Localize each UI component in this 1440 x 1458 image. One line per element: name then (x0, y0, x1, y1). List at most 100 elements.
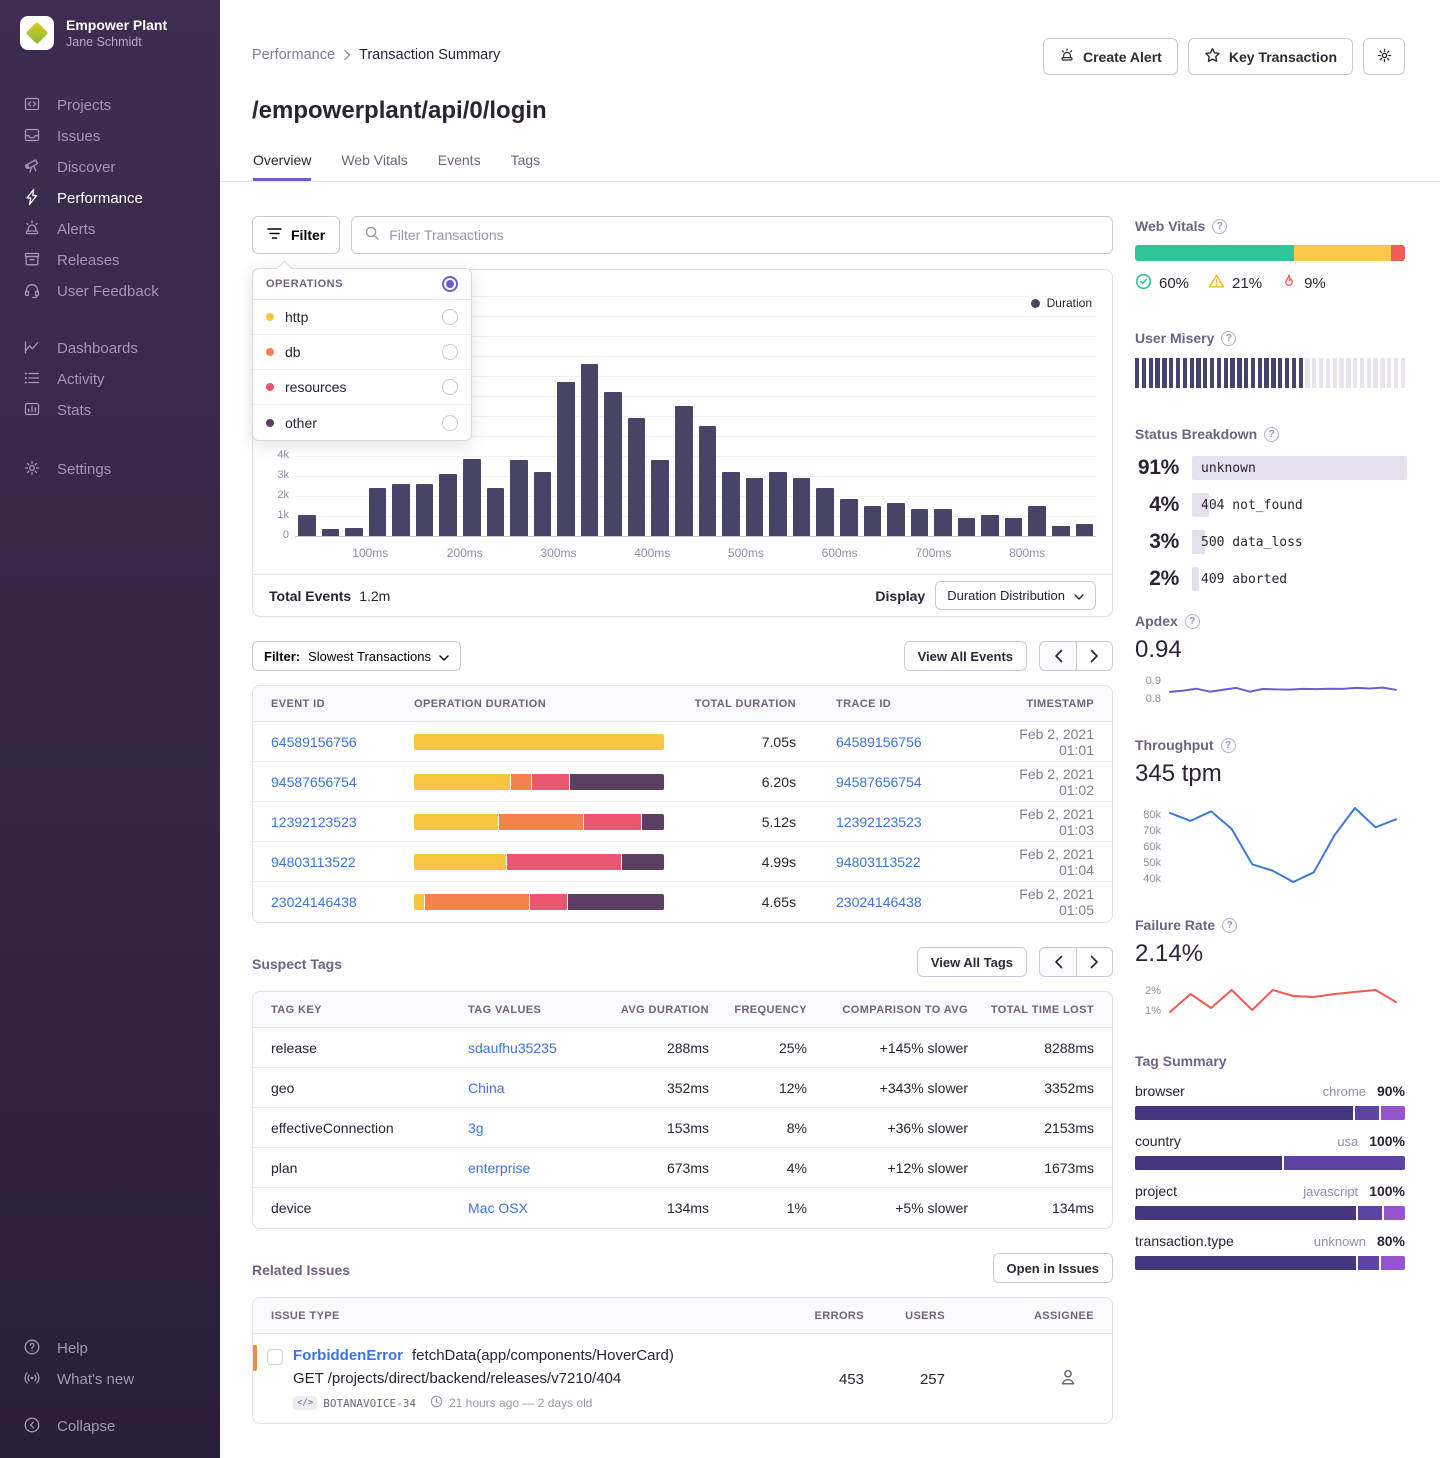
clock-icon (430, 1395, 443, 1411)
tab-tags[interactable]: Tags (511, 152, 541, 181)
breadcrumb-performance[interactable]: Performance (252, 47, 335, 63)
operations-item-http[interactable]: http (253, 300, 471, 335)
radio-icon[interactable] (442, 379, 458, 395)
event-id-link[interactable]: 94587656754 (271, 774, 414, 790)
event-id-link[interactable]: 23024146438 (271, 894, 414, 910)
tag-value-link[interactable]: enterprise (468, 1160, 613, 1176)
sidebar-item-issues[interactable]: Issues (0, 121, 220, 152)
operations-item-db[interactable]: db (253, 335, 471, 370)
trace-id-link[interactable]: 12392123523 (836, 814, 1001, 830)
histogram-bar (958, 518, 976, 536)
sidebar-item-settings[interactable]: Settings (0, 454, 220, 485)
sidebar-item-label: Alerts (57, 221, 95, 238)
tab-overview[interactable]: Overview (253, 152, 311, 181)
create-alert-button[interactable]: Create Alert (1043, 38, 1178, 75)
question-icon[interactable]: ? (1221, 738, 1236, 753)
y-axis-label: 4k (277, 449, 289, 461)
column-header: ISSUE TYPE (271, 1310, 774, 1322)
radio-icon[interactable] (442, 344, 458, 360)
issue-checkbox[interactable] (267, 1349, 283, 1365)
question-icon[interactable]: ? (1185, 614, 1200, 629)
question-icon[interactable]: ? (1222, 918, 1237, 933)
sidebar-item-user-feedback[interactable]: User Feedback (0, 276, 220, 307)
suspect-tags-controls: Suspect Tags View All Tags (252, 947, 1113, 977)
event-id-link[interactable]: 64589156756 (271, 734, 414, 750)
trace-id-link[interactable]: 94803113522 (836, 854, 1001, 870)
tag-summary-heading: Tag Summary (1135, 1053, 1405, 1069)
assignee-button[interactable] (1058, 1367, 1078, 1392)
column-header: TAG KEY (271, 1004, 468, 1016)
issue-users-count: 257 (864, 1371, 945, 1388)
issue-type-link[interactable]: ForbiddenError (293, 1347, 403, 1364)
sidebar-footer: Help What's new Collapse (0, 1333, 220, 1442)
misery-tick (1264, 358, 1268, 388)
operations-menu-header[interactable]: OPERATIONS (253, 269, 471, 300)
view-all-events-button[interactable]: View All Events (904, 641, 1027, 671)
tag-bar-segment (1381, 1256, 1405, 1270)
vitals-segment-meh (1294, 245, 1391, 261)
sidebar-item-performance[interactable]: Performance (0, 183, 220, 214)
tag-summary-bar[interactable] (1135, 1106, 1405, 1120)
key-transaction-button[interactable]: Key Transaction (1188, 38, 1353, 75)
create-alert-label: Create Alert (1083, 49, 1162, 65)
flame-icon (1281, 273, 1297, 294)
next-page-button[interactable] (1076, 641, 1113, 671)
tag-summary-bar[interactable] (1135, 1206, 1405, 1220)
view-all-tags-button[interactable]: View All Tags (917, 947, 1027, 977)
sidebar-item-projects[interactable]: Projects (0, 90, 220, 121)
previous-page-button[interactable] (1039, 947, 1076, 977)
sidebar-item-activity[interactable]: Activity (0, 364, 220, 395)
trace-id-link[interactable]: 94587656754 (836, 774, 1001, 790)
trace-id-link[interactable]: 64589156756 (836, 734, 1001, 750)
tag-summary-bar[interactable] (1135, 1256, 1405, 1270)
sidebar-item-discover[interactable]: Discover (0, 152, 220, 183)
misery-tick (1401, 358, 1405, 388)
radio-icon[interactable] (442, 415, 458, 431)
operations-item-other[interactable]: other (253, 405, 471, 440)
event-id-link[interactable]: 94803113522 (271, 854, 414, 870)
x-axis-label: 500ms (728, 546, 764, 560)
tag-summary-value: usa (1337, 1134, 1358, 1149)
filter-button[interactable]: Filter (252, 216, 340, 254)
throughput-value: 345 tpm (1135, 760, 1405, 788)
project-badge[interactable]: </>BOTANAVOICE-34 (293, 1396, 416, 1410)
org-switcher[interactable]: Empower Plant Jane Schmidt (0, 0, 220, 50)
previous-page-button[interactable] (1039, 641, 1076, 671)
events-filter-select[interactable]: Filter: Slowest Transactions (252, 641, 461, 671)
sidebar-item-help[interactable]: Help (0, 1333, 220, 1364)
sidebar-item-releases[interactable]: Releases (0, 245, 220, 276)
x-axis-label: 700ms (915, 546, 951, 560)
radio-selected-icon[interactable] (442, 276, 458, 292)
next-page-button[interactable] (1076, 947, 1113, 977)
sidebar-item-alerts[interactable]: Alerts (0, 214, 220, 245)
open-in-issues-button[interactable]: Open in Issues (993, 1253, 1113, 1283)
sidebar-item-stats[interactable]: Stats (0, 395, 220, 426)
settings-button[interactable] (1363, 38, 1405, 75)
misery-tick (1176, 358, 1180, 388)
sidebar-item-dashboards[interactable]: Dashboards (0, 333, 220, 364)
tag-value-link[interactable]: sdaufhu35235 (468, 1040, 613, 1056)
tag-value-link[interactable]: China (468, 1080, 613, 1096)
question-icon[interactable]: ? (1212, 219, 1227, 234)
misery-tick (1142, 358, 1146, 388)
tag-value-link[interactable]: Mac OSX (468, 1200, 613, 1216)
tag-summary-bar[interactable] (1135, 1156, 1405, 1170)
question-icon[interactable]: ? (1264, 427, 1279, 442)
tab-bar: Overview Web Vitals Events Tags (253, 152, 540, 181)
tag-summary-row: browser chrome 90% (1135, 1083, 1405, 1120)
trace-id-link[interactable]: 23024146438 (836, 894, 1001, 910)
event-id-link[interactable]: 12392123523 (271, 814, 414, 830)
operation-duration-bar (414, 774, 664, 790)
sidebar-item-collapse[interactable]: Collapse (0, 1411, 220, 1442)
question-icon[interactable]: ? (1221, 331, 1236, 346)
resources-color-dot (266, 383, 274, 391)
tab-web-vitals[interactable]: Web Vitals (341, 152, 407, 181)
tab-events[interactable]: Events (438, 152, 481, 181)
sidebar-item-whats-new[interactable]: What's new (0, 1364, 220, 1395)
radio-icon[interactable] (442, 309, 458, 325)
operations-item-resources[interactable]: resources (253, 370, 471, 405)
display-select[interactable]: Duration Distribution (935, 581, 1096, 610)
tag-value-link[interactable]: 3g (468, 1120, 613, 1136)
search-input[interactable] (389, 227, 1100, 243)
key-transaction-label: Key Transaction (1229, 49, 1337, 65)
